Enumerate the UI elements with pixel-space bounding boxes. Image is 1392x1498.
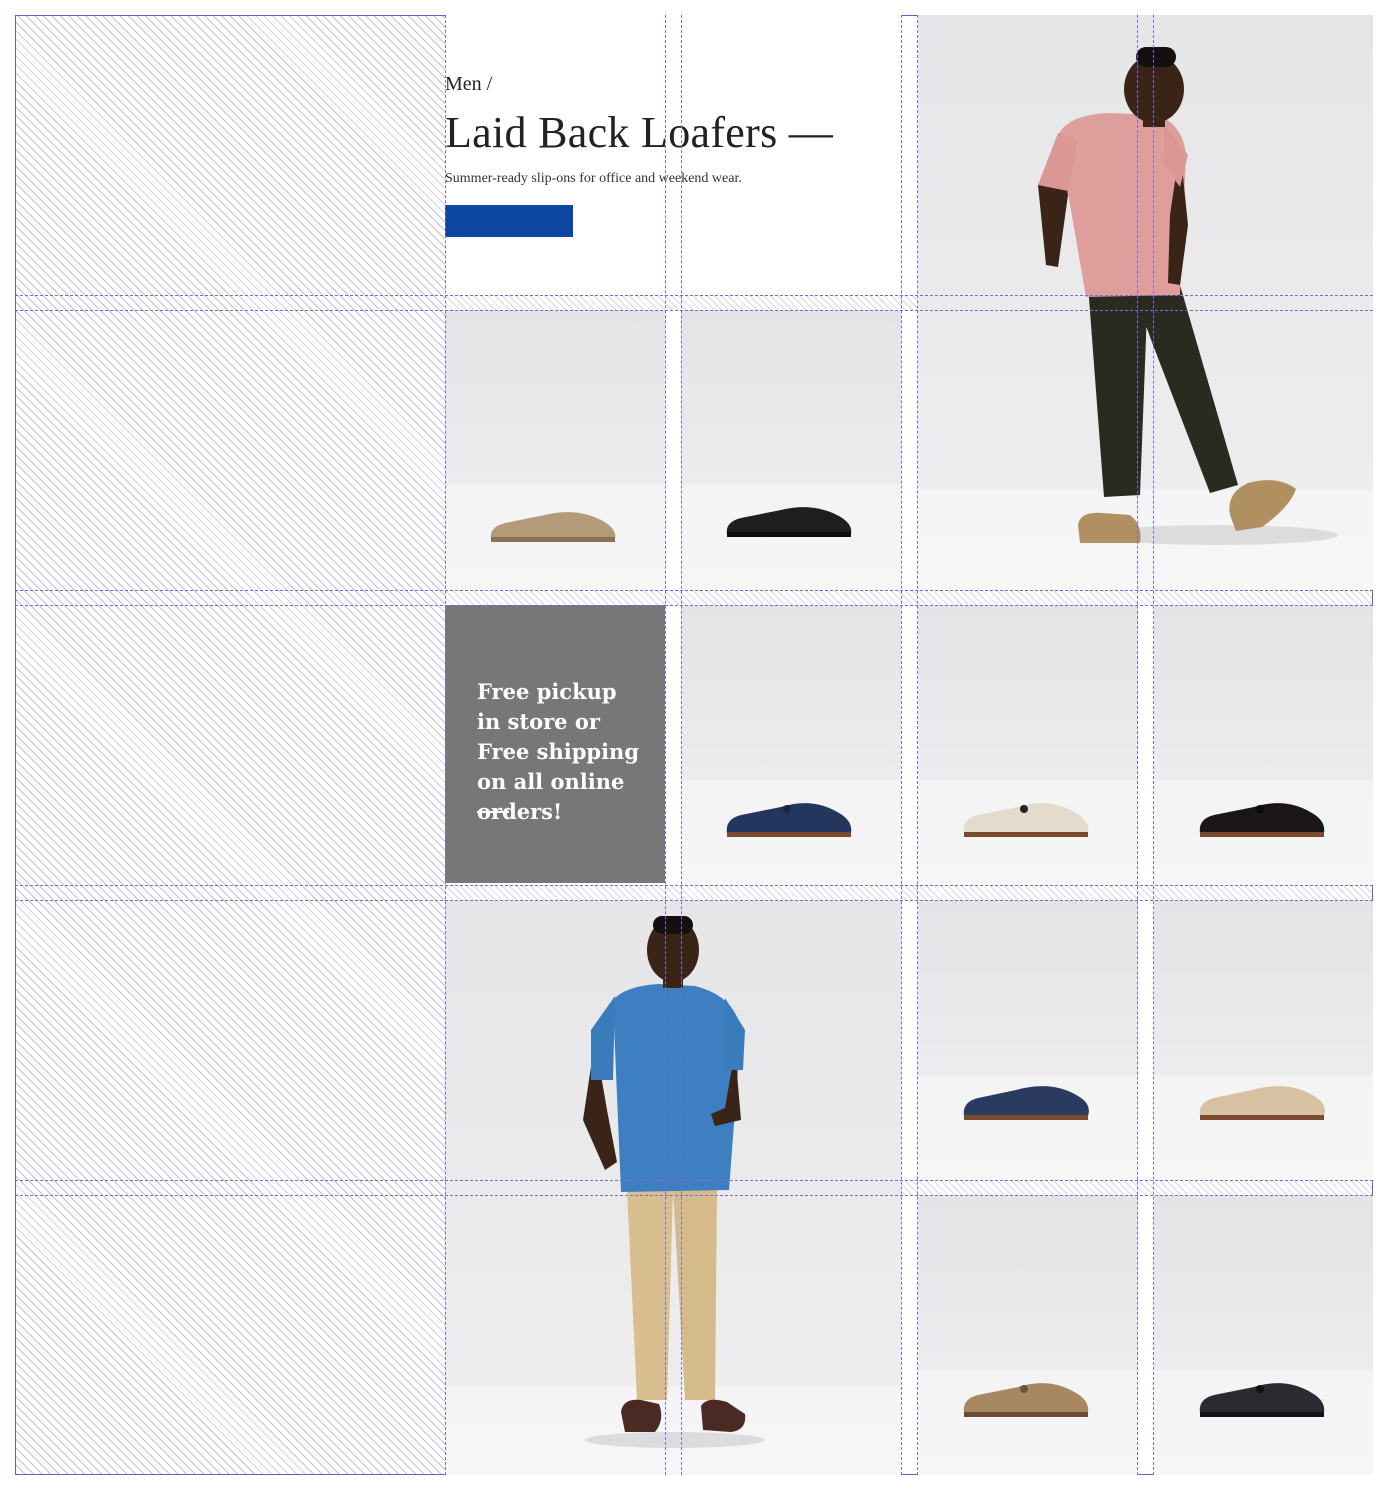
product-card[interactable] (1154, 900, 1373, 1180)
product-card[interactable] (918, 900, 1138, 1180)
shop-now-button[interactable] (445, 205, 573, 237)
grid-guide (917, 15, 918, 1475)
shoe-image (963, 803, 1089, 837)
model-figure (583, 916, 765, 1448)
promo-dash (477, 811, 509, 813)
grid-guide (15, 605, 1373, 606)
shoe-image (726, 803, 852, 837)
product-card[interactable] (918, 1195, 1138, 1475)
promo-banner[interactable]: Free pickup in store or Free shipping on… (445, 605, 665, 883)
grid-guide (15, 900, 1373, 901)
grid-guide (445, 15, 446, 1475)
page-title: Laid Back Loafers — (445, 108, 834, 157)
shoe-image (1199, 1383, 1324, 1417)
model-image-blue-shirt[interactable] (445, 900, 901, 1475)
grid-guide (1137, 15, 1138, 1475)
empty-column (16, 16, 445, 1474)
product-card[interactable] (918, 605, 1138, 885)
shoe-image (1199, 803, 1324, 837)
product-card[interactable] (1154, 605, 1373, 885)
shoe-image (963, 1383, 1089, 1417)
grid-guide (15, 310, 1373, 311)
grid-guide (15, 885, 1373, 886)
breadcrumb[interactable]: Men / (445, 73, 492, 96)
product-card[interactable] (681, 605, 901, 885)
product-card[interactable] (445, 310, 665, 590)
grid-guide (665, 15, 666, 1475)
promo-text: Free pickup in store or Free shipping on… (477, 679, 640, 824)
model-image-pink-shirt[interactable] (918, 15, 1373, 590)
grid-guide (681, 15, 682, 1475)
gutter (445, 590, 1373, 605)
shoe-image (726, 507, 852, 537)
page-subtitle: Summer-ready slip-ons for office and wee… (445, 171, 742, 186)
grid-guide (15, 295, 1373, 296)
grid-guide (15, 1195, 1373, 1196)
gutter (445, 885, 1373, 900)
grid-guide (15, 590, 1373, 591)
shoe-image (963, 1086, 1089, 1120)
shoe-image (1199, 1086, 1325, 1120)
product-card[interactable] (1154, 1195, 1373, 1475)
grid-guide (1153, 15, 1154, 1475)
shoe-image (490, 512, 616, 542)
model-figure (1038, 47, 1338, 545)
hero-block: Men / Laid Back Loafers — Summer-ready s… (445, 15, 901, 295)
grid-guide (901, 15, 902, 1475)
grid-guide (15, 1180, 1373, 1181)
product-card[interactable] (681, 310, 901, 590)
